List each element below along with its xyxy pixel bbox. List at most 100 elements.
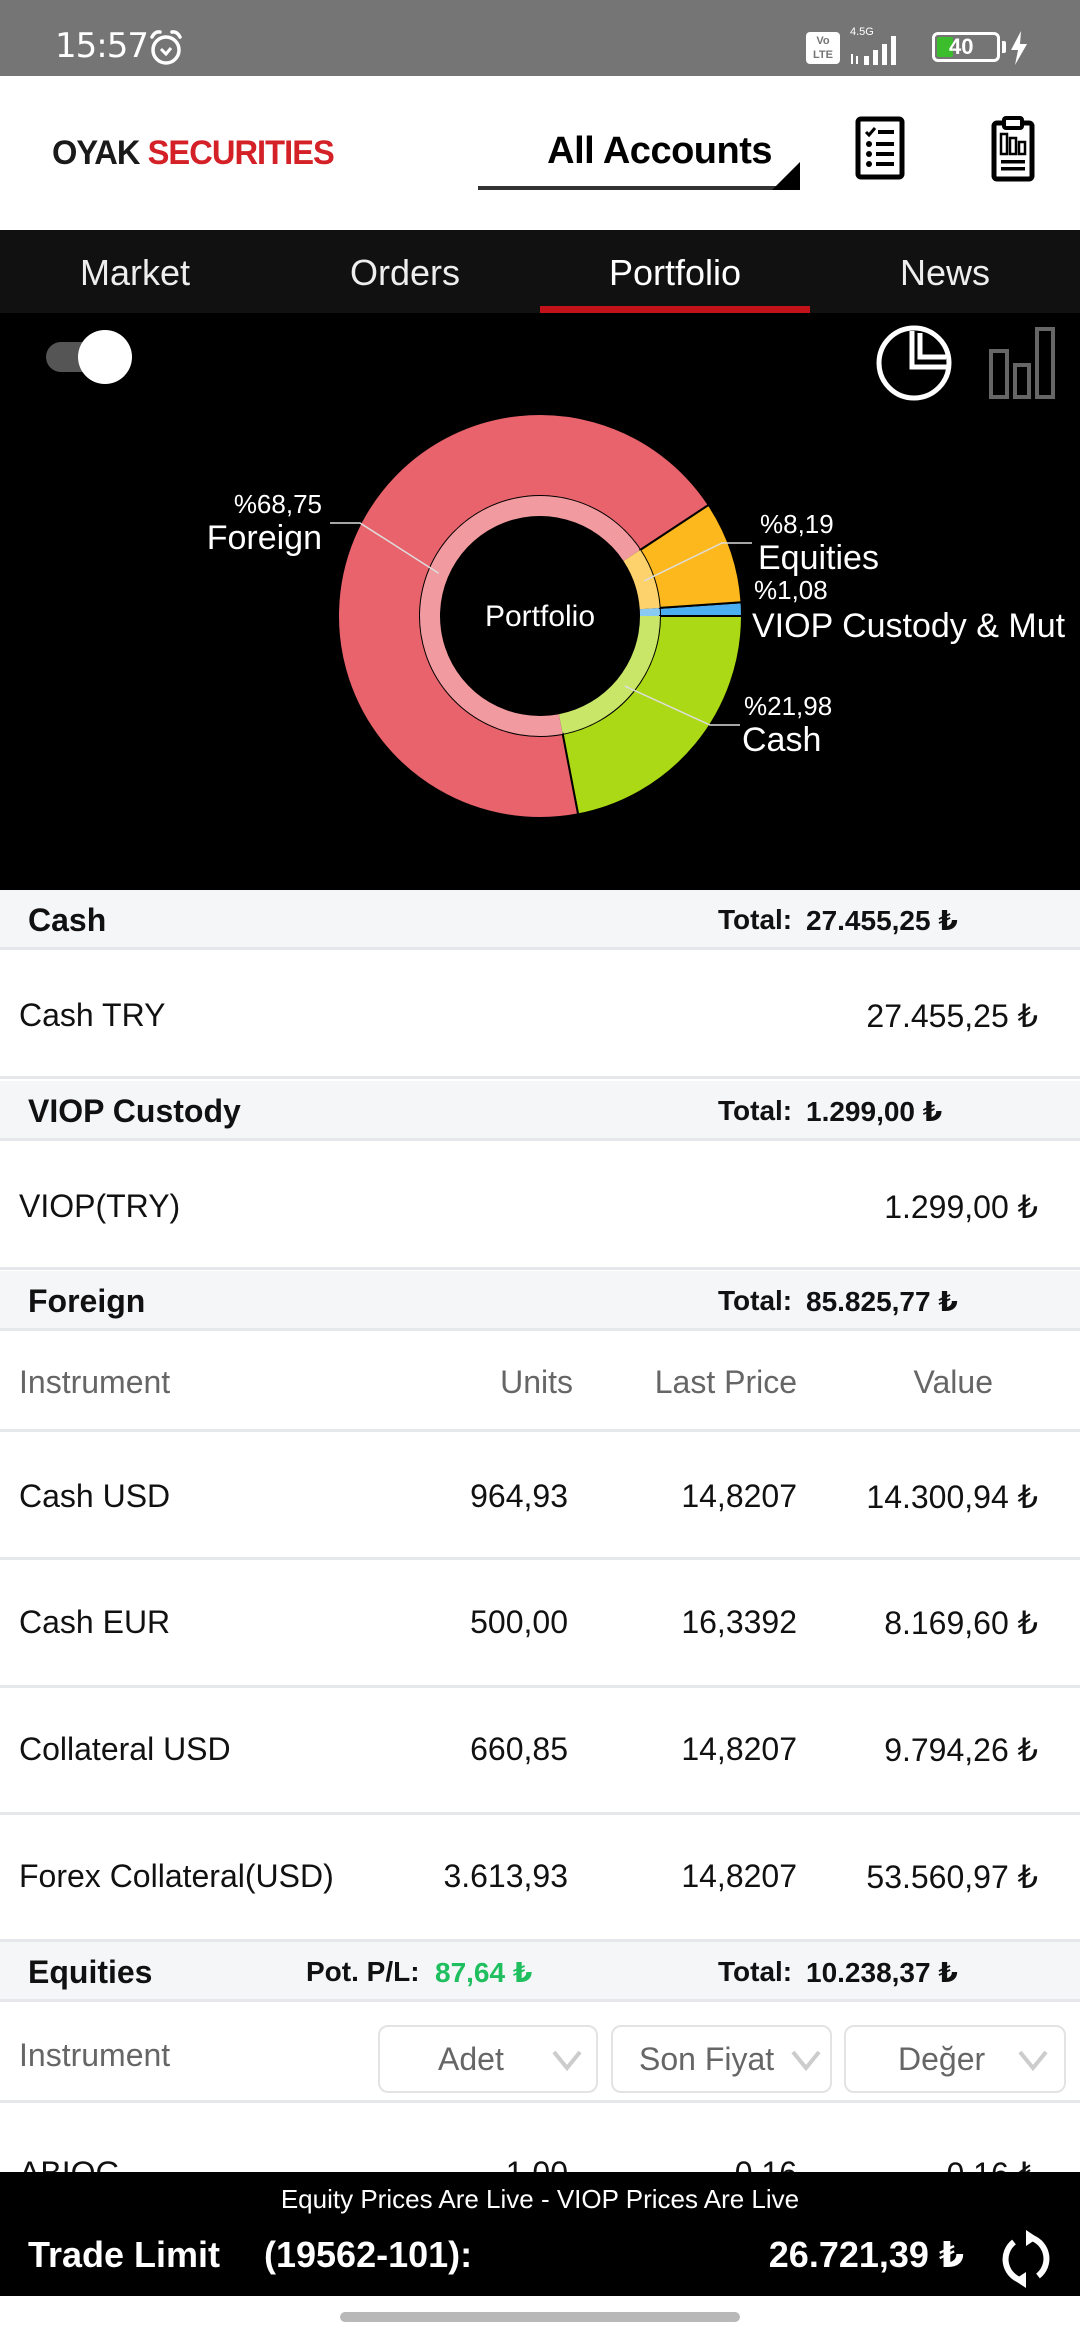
account-selector-label: All Accounts (547, 130, 772, 172)
dropdown-label: Değer (898, 2041, 986, 2077)
refresh-icon[interactable] (998, 2228, 1054, 2290)
instrument-units: 660,85 (470, 1731, 568, 1767)
live-prices-status: Equity Prices Are Live - VIOP Prices Are… (280, 2184, 800, 2214)
dropdown-label: Adet (438, 2041, 504, 2077)
section-title: Equities (28, 1954, 153, 1990)
sort-dropdown-adet[interactable]: Adet (378, 2025, 598, 2093)
slice-label-equities: Equities (758, 539, 879, 577)
section-header-foreign[interactable]: Foreign Total: 85.825,77 ₺ (0, 1271, 1080, 1331)
logo-oyak: OYAK (52, 134, 140, 172)
instrument-value: 9.794,26 ₺ (884, 1732, 1038, 1768)
gesture-bar-area (0, 2296, 1080, 2340)
table-row[interactable]: Cash TRY 27.455,25 ₺ (0, 953, 1080, 1079)
tab-portfolio[interactable]: Portfolio (540, 230, 810, 316)
table-row[interactable]: VIOP(TRY) 1.299,00 ₺ (0, 1144, 1080, 1270)
instrument-name: Cash EUR (19, 1604, 171, 1640)
volte-icon: Vo LTE (806, 32, 840, 64)
trade-limit-label: Trade Limit (28, 2234, 221, 2275)
column-header-units[interactable]: Units (500, 1364, 573, 1401)
chevron-down-icon (552, 2050, 582, 2071)
instrument-last-price: 14,8207 (681, 1731, 797, 1767)
tab-orders[interactable]: Orders (270, 230, 540, 313)
section-header-viop-custody[interactable]: VIOP Custody Total: 1.299,00 ₺ (0, 1081, 1080, 1141)
chevron-down-icon (791, 2050, 821, 2071)
trade-limit-value: 26.721,39 ₺ (768, 2234, 964, 2275)
account-selector[interactable]: All Accounts (478, 112, 800, 190)
account-selector-underline (478, 186, 800, 190)
section-title: Cash (28, 902, 107, 938)
table-row[interactable]: Cash EUR 500,00 16,3392 8.169,60 ₺ (0, 1562, 1080, 1688)
instrument-value: 14.300,94 ₺ (866, 1479, 1038, 1515)
instrument-name: Forex Collateral(USD) (19, 1858, 334, 1894)
slice-label-viop: VIOP Custody & Mut (752, 607, 1066, 645)
section-total-label: Total: (718, 1956, 793, 1987)
trade-limit-footer: Equity Prices Are Live - VIOP Prices Are… (0, 2172, 1080, 2296)
charging-bolt-icon (1011, 31, 1027, 65)
instrument-value: 53.560,97 ₺ (866, 1859, 1038, 1895)
donut-inner-ring-viop (639, 607, 660, 616)
home-indicator[interactable] (340, 2312, 740, 2322)
battery-percent: 40 (949, 34, 974, 59)
trade-limit-account: (19562-101): (264, 2234, 473, 2275)
instrument-name: VIOP(TRY) (19, 1188, 181, 1224)
logo-securities: SECURITIES (147, 134, 335, 172)
slice-percent-viop: %1,08 (754, 575, 828, 605)
battery-icon: 40 (932, 32, 1000, 62)
section-total-value: 1.299,00 ₺ (806, 1096, 943, 1127)
instrument-last-price: 14,8207 (681, 1478, 797, 1514)
signal-strength-icon (851, 36, 896, 65)
instrument-units: 3.613,93 (443, 1858, 568, 1894)
instrument-value: 8.169,60 ₺ (884, 1605, 1038, 1641)
potential-pl-label: Pot. P/L: (306, 1956, 420, 1987)
oyak-securities-logo: OYAK SECURITIES (52, 134, 335, 173)
section-total-value: 27.455,25 ₺ (806, 905, 958, 936)
tab-market[interactable]: Market (0, 230, 270, 313)
instrument-units: 500,00 (470, 1604, 568, 1640)
column-header-instrument: Instrument (19, 1364, 171, 1400)
section-title: Foreign (28, 1283, 146, 1319)
chevron-down-icon (1018, 2050, 1048, 2071)
portfolio-donut-chart: Portfolio %68,75Foreign %8,19Equities%1,08… (207, 413, 1066, 819)
donut-center-label: Portfolio (485, 600, 595, 633)
slice-percent-cash: %21,98 (744, 691, 832, 721)
report-clipboard-icon[interactable] (990, 116, 1050, 182)
equities-column-header: Instrument Adet Son Fiyat Değer (0, 2005, 1080, 2103)
battery-tip (1002, 41, 1006, 53)
status-time: 15:57 (55, 26, 149, 66)
dropdown-label: Son Fiyat (639, 2041, 775, 2077)
slice-label-cash: Cash (742, 721, 821, 759)
instrument-units: 964,93 (470, 1478, 568, 1514)
table-row[interactable]: Forex Collateral(USD) 3.613,93 14,8207 5… (0, 1816, 1080, 1942)
slice-label-foreign: Foreign (207, 519, 322, 557)
main-tabs: Market Orders Portfolio News (0, 230, 1080, 316)
volte-line1: Vo (816, 35, 830, 47)
section-total-value: 10.238,37 ₺ (806, 1957, 958, 1988)
portfolio-chart-panel: Portfolio %68,75 Foreign %8,19 Equities %1,08… (0, 313, 1080, 890)
status-bar: 15:57 Vo LTE 4.5G 40 (0, 0, 1080, 76)
volte-line2: LTE (813, 49, 833, 61)
instrument-value: 27.455,25 ₺ (866, 998, 1038, 1034)
section-header-cash[interactable]: Cash Total: 27.455,25 ₺ (0, 890, 1080, 950)
column-header-last-price[interactable]: Last Price (655, 1364, 797, 1401)
alarm-clock-icon (150, 30, 182, 65)
section-total-label: Total: (718, 1285, 793, 1316)
foreign-column-header: Instrument Units Last Price Value (0, 1334, 1080, 1432)
instrument-last-price: 16,3392 (681, 1604, 797, 1640)
section-total-value: 85.825,77 ₺ (806, 1286, 958, 1317)
table-row[interactable]: Cash USD 964,93 14,8207 14.300,94 ₺ (0, 1434, 1080, 1560)
section-title: VIOP Custody (28, 1093, 241, 1129)
sort-dropdown-son-fiyat[interactable]: Son Fiyat (611, 2025, 832, 2093)
instrument-name: Collateral USD (19, 1731, 231, 1767)
table-row[interactable]: Collateral USD 660,85 14,8207 9.794,26 ₺ (0, 1689, 1080, 1815)
tab-news[interactable]: News (810, 230, 1080, 313)
sort-dropdown-deger[interactable]: Değer (844, 2025, 1066, 2093)
slice-percent-equities: %8,19 (760, 509, 834, 539)
section-header-equities[interactable]: Equities Pot. P/L: 87,64 ₺ Total: 10.238… (0, 1942, 1080, 2002)
instrument-name: Cash USD (19, 1478, 171, 1514)
section-total-label: Total: (718, 1095, 793, 1126)
checklist-icon[interactable] (854, 116, 914, 182)
column-header-instrument: Instrument (19, 2037, 171, 2073)
column-header-value[interactable]: Value (914, 1364, 993, 1401)
instrument-last-price: 14,8207 (681, 1858, 797, 1894)
section-total-label: Total: (718, 904, 793, 935)
